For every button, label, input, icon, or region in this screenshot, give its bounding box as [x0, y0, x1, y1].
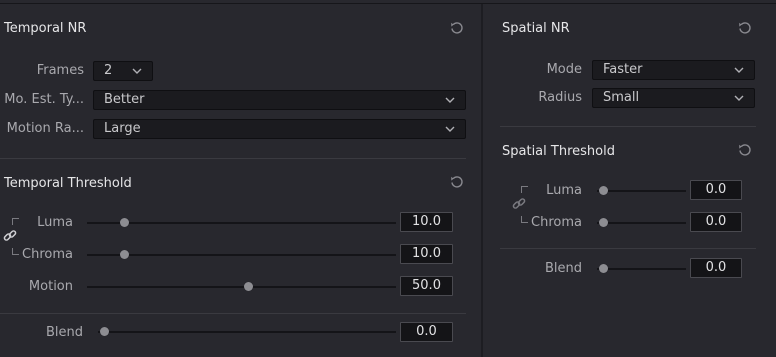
spatial-chroma-value[interactable]: 0.0 [690, 212, 742, 232]
section-separator [500, 248, 756, 249]
temporal-threshold-title: Temporal Threshold [4, 176, 132, 191]
mode-dropdown[interactable]: Faster [592, 60, 755, 80]
slider-knob[interactable] [119, 250, 129, 259]
slider-knob[interactable] [119, 218, 129, 227]
temporal-chroma-slider[interactable] [87, 250, 396, 259]
radius-value: Small [603, 90, 640, 105]
motion-est-type-label: Mo. Est. Ty... [4, 92, 84, 107]
slider-knob[interactable] [599, 218, 608, 227]
spatial-threshold-title: Spatial Threshold [502, 144, 615, 159]
section-separator [500, 126, 756, 127]
link-icon[interactable] [3, 229, 17, 243]
spatial-nr-title: Spatial NR [502, 21, 570, 36]
mode-label: Mode [546, 62, 582, 77]
radius-dropdown[interactable]: Small [592, 88, 755, 108]
section-separator [0, 158, 466, 159]
temporal-blend-value[interactable]: 0.0 [400, 322, 453, 342]
spatial-luma-value[interactable]: 0.0 [690, 180, 742, 200]
link-icon[interactable] [512, 197, 526, 211]
temporal-threshold-reset-icon[interactable] [449, 174, 465, 190]
temporal-luma-slider[interactable] [87, 218, 396, 227]
temporal-luma-value[interactable]: 10.0 [400, 212, 453, 232]
radius-label: Radius [538, 90, 582, 105]
chevron-down-icon [733, 92, 745, 104]
chevron-down-icon [444, 123, 456, 135]
temporal-nr-title: Temporal NR [4, 21, 87, 36]
slider-knob[interactable] [243, 282, 253, 291]
spatial-blend-label: Blend [544, 261, 582, 276]
temporal-chroma-value[interactable]: 10.0 [400, 244, 453, 264]
spatial-blend-value[interactable]: 0.0 [690, 258, 742, 278]
temporal-motion-label: Motion [28, 279, 73, 294]
chevron-down-icon [733, 64, 745, 76]
temporal-blend-label: Blend [45, 325, 83, 340]
motion-range-label: Motion Ra... [6, 121, 84, 136]
slider-knob[interactable] [599, 264, 608, 273]
temporal-motion-slider[interactable] [87, 282, 396, 291]
spatial-blend-slider[interactable] [597, 264, 686, 273]
motion-range-dropdown[interactable]: Large [93, 119, 466, 139]
frames-dropdown[interactable]: 2 [93, 61, 153, 81]
temporal-luma-label: Luma [37, 215, 73, 230]
spatial-luma-label: Luma [546, 183, 582, 198]
section-separator [0, 313, 466, 314]
temporal-motion-value[interactable]: 50.0 [400, 276, 453, 296]
motion-est-type-dropdown[interactable]: Better [93, 90, 466, 110]
chevron-down-icon [131, 65, 143, 77]
chevron-down-icon [444, 94, 456, 106]
frames-value: 2 [104, 63, 113, 78]
mode-value: Faster [603, 62, 643, 77]
spatial-luma-slider[interactable] [597, 186, 686, 195]
frames-label: Frames [36, 63, 84, 78]
spatial-threshold-reset-icon[interactable] [737, 142, 753, 158]
top-border [0, 3, 776, 4]
temporal-chroma-label: Chroma [22, 247, 73, 262]
panel-divider [481, 4, 483, 357]
temporal-blend-slider[interactable] [98, 327, 396, 336]
motion-range-value: Large [104, 121, 141, 136]
spatial-chroma-slider[interactable] [597, 218, 686, 227]
spatial-chroma-label: Chroma [531, 215, 582, 230]
temporal-nr-reset-icon[interactable] [449, 20, 465, 36]
spatial-nr-reset-icon[interactable] [737, 20, 753, 36]
slider-knob[interactable] [100, 327, 109, 336]
motion-est-type-value: Better [104, 92, 145, 107]
slider-knob[interactable] [599, 186, 608, 195]
